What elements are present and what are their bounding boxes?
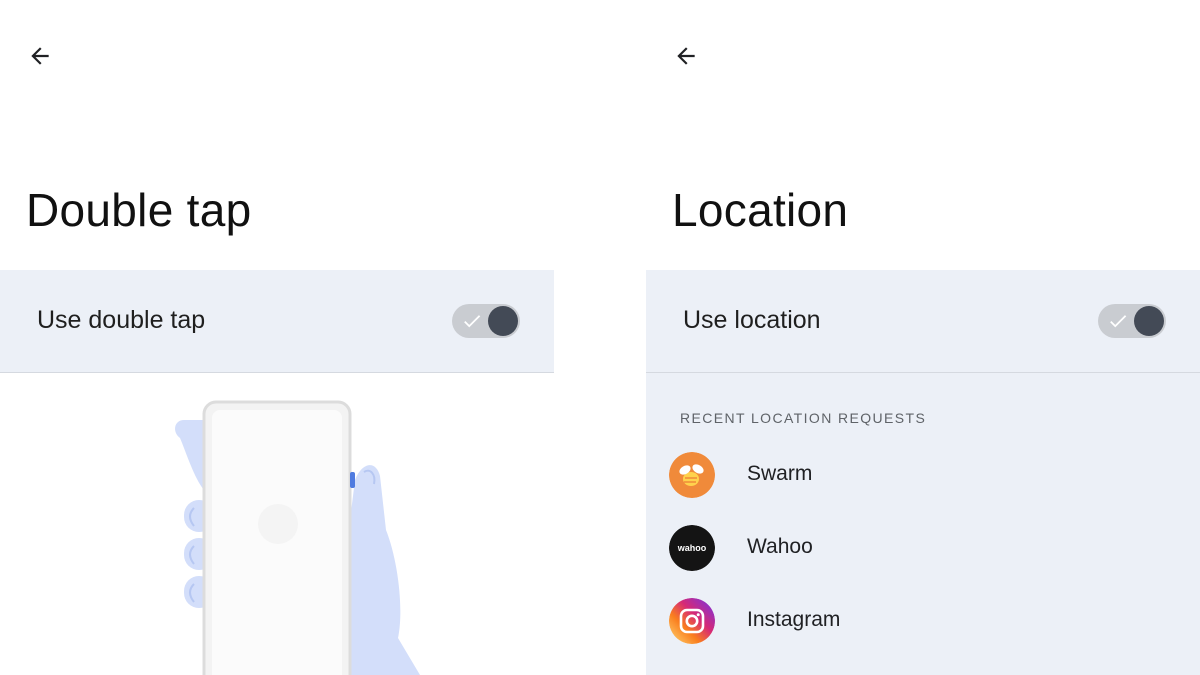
double-tap-screen: Double tap Use double tap [0, 0, 554, 675]
switch-knob [1134, 306, 1164, 336]
back-button[interactable] [20, 36, 60, 76]
arrow-back-icon [31, 47, 49, 65]
location-screen: Location Use location RECENT LOCATION RE… [646, 0, 1200, 675]
arrow-back-icon [677, 47, 695, 65]
switch-knob [488, 306, 518, 336]
page-title: Double tap [26, 184, 252, 236]
app-name: Swarm [747, 462, 813, 485]
check-icon [1110, 315, 1127, 328]
app-item-wahoo[interactable]: wahoo Wahoo [646, 518, 1200, 578]
check-icon [464, 315, 481, 328]
swarm-icon [669, 452, 715, 498]
hand-holding-phone-illustration [175, 400, 420, 675]
toggle-label: Use location [683, 306, 821, 334]
double-tap-switch[interactable] [452, 304, 520, 338]
use-location-row[interactable]: Use location [646, 270, 1200, 373]
section-header: RECENT LOCATION REQUESTS [680, 410, 927, 426]
page-title: Location [672, 184, 849, 236]
app-item-swarm[interactable]: Swarm [646, 445, 1200, 505]
app-name: Wahoo [747, 535, 813, 558]
location-switch[interactable] [1098, 304, 1166, 338]
app-name: Instagram [747, 608, 841, 631]
recent-location-requests: RECENT LOCATION REQUESTS Swarm wahoo Wah… [646, 373, 1200, 675]
app-item-instagram[interactable]: Instagram [646, 591, 1200, 651]
back-button[interactable] [666, 36, 706, 76]
use-double-tap-row[interactable]: Use double tap [0, 270, 554, 373]
instagram-icon [669, 598, 715, 644]
wahoo-icon: wahoo [669, 525, 715, 571]
toggle-label: Use double tap [37, 306, 206, 334]
wahoo-logo-text: wahoo [677, 543, 707, 553]
